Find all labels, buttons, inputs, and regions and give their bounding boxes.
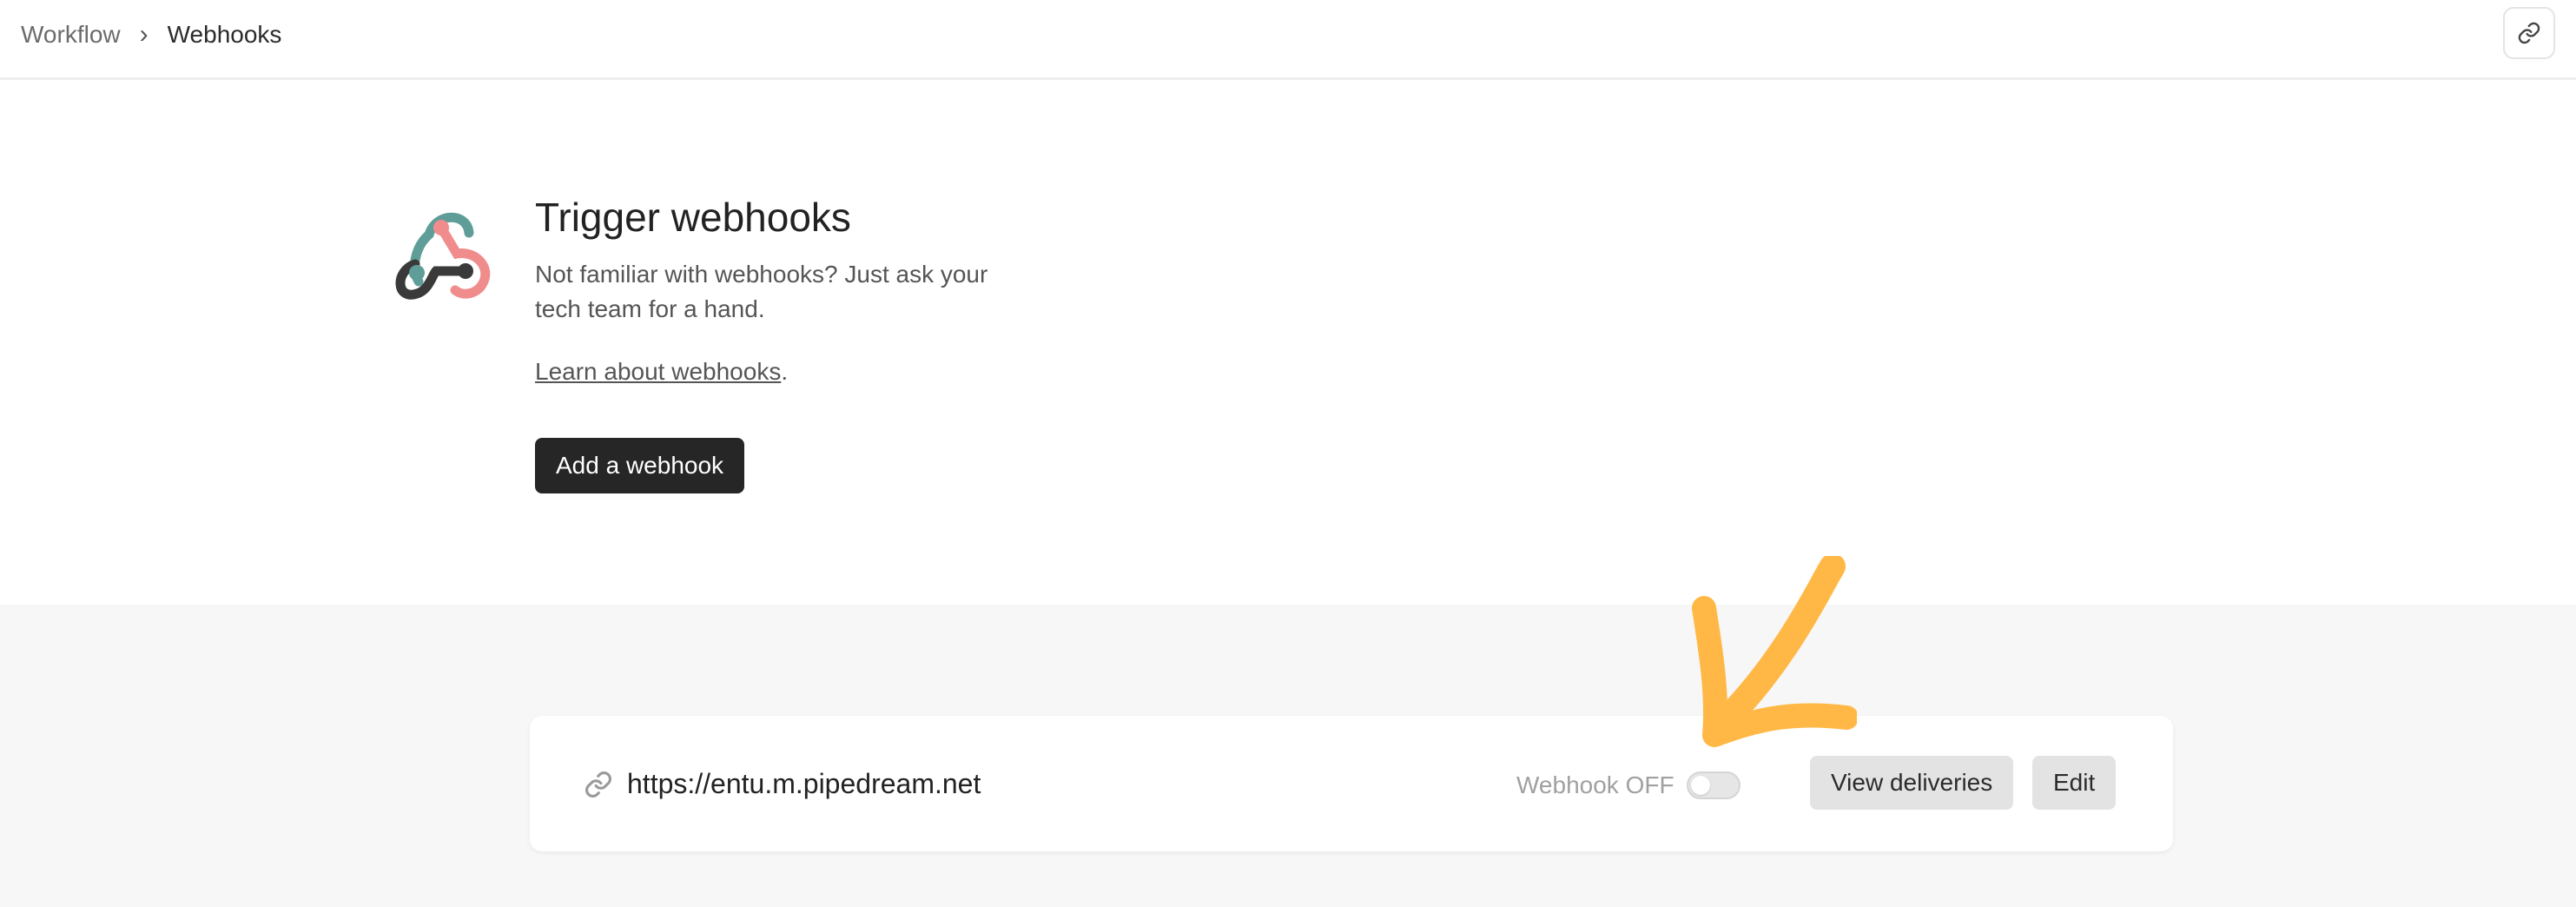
learn-about-webhooks-link[interactable]: Learn about webhooks	[535, 358, 781, 385]
page: Workflow › Webhooks Trigger webhooks Not	[0, 0, 2576, 907]
learn-suffix: .	[781, 358, 789, 385]
webhook-enable-toggle[interactable]	[1687, 771, 1740, 799]
page-title: Trigger webhooks	[535, 195, 851, 240]
copy-link-button[interactable]	[2503, 7, 2555, 59]
webhooks-intro-section: Trigger webhooks Not familiar with webho…	[0, 80, 2576, 605]
top-bar: Workflow › Webhooks	[0, 0, 2576, 80]
breadcrumb-workflow-link[interactable]: Workflow	[21, 17, 121, 52]
webhook-logo-icon	[395, 212, 491, 300]
add-webhook-button[interactable]: Add a webhook	[535, 438, 745, 493]
intro-text-block: Trigger webhooks Not familiar with webho…	[535, 193, 1143, 389]
webhook-list-section: https://entu.m.pipedream.net Webhook OFF…	[0, 605, 2576, 907]
breadcrumb: Workflow › Webhooks	[21, 17, 281, 52]
webhook-status-label: Webhook OFF	[1516, 771, 1674, 798]
link-icon	[2518, 22, 2540, 44]
view-deliveries-button[interactable]: View deliveries	[1810, 756, 2014, 810]
edit-webhook-button[interactable]: Edit	[2032, 756, 2117, 810]
link-icon	[585, 771, 611, 798]
breadcrumb-current: Webhooks	[167, 21, 282, 48]
webhook-card: https://entu.m.pipedream.net Webhook OFF…	[530, 716, 2173, 851]
webhook-url: https://entu.m.pipedream.net	[627, 768, 981, 799]
breadcrumb-separator-icon: ›	[139, 20, 149, 49]
toggle-knob	[1691, 776, 1710, 795]
intro-description: Not familiar with webhooks? Just ask you…	[535, 261, 988, 322]
learn-line: Learn about webhooks.	[535, 354, 1143, 389]
